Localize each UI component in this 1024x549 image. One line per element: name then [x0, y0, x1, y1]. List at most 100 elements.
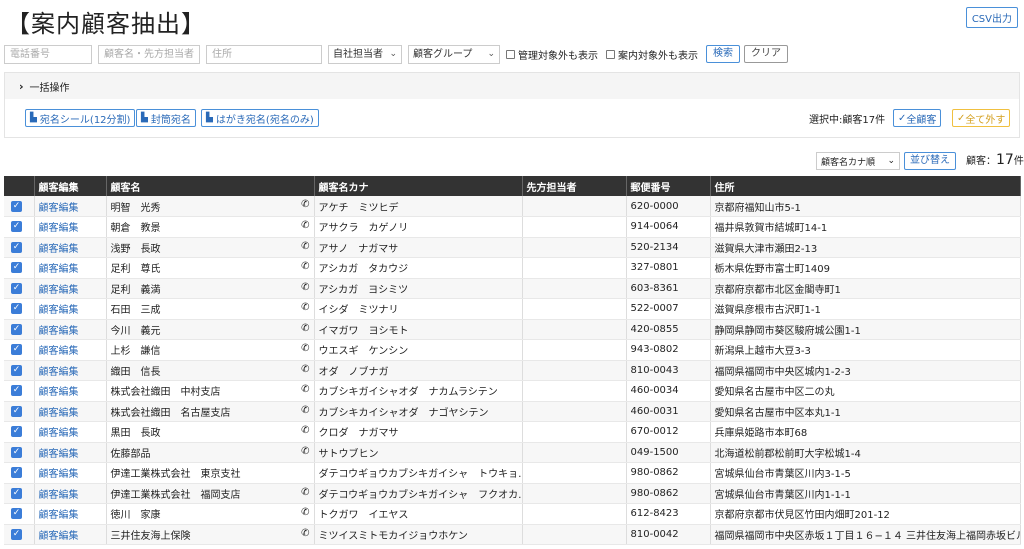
phone-icon[interactable]: ✆: [301, 487, 309, 498]
header-address[interactable]: 住所: [710, 176, 1021, 196]
edit-customer-link[interactable]: 顧客編集: [39, 223, 79, 234]
postcard-button[interactable]: ▙ はがき宛名(宛名のみ): [201, 109, 319, 127]
edit-customer-link[interactable]: 顧客編集: [39, 285, 79, 296]
customer-zip: 612-8423: [630, 508, 679, 520]
select-all-label: 全顧客: [906, 114, 937, 126]
edit-customer-link[interactable]: 顧客編集: [39, 449, 79, 460]
row-checkbox[interactable]: ✓: [11, 528, 22, 540]
customer-name: 明智 光秀: [110, 202, 161, 214]
address-cell: 京都府京都市伏見区竹田内畑町201-12: [710, 503, 1021, 525]
edit-customer-link[interactable]: 顧客編集: [39, 367, 79, 378]
deselect-all-button[interactable]: ✓ 全て外す: [952, 109, 1011, 127]
kana-cell: カブシキガイシャオダ ナカムラシテン: [314, 380, 523, 402]
edit-customer-link[interactable]: 顧客編集: [39, 490, 79, 501]
row-checkbox[interactable]: ✓: [11, 405, 22, 417]
row-checkbox[interactable]: ✓: [11, 241, 22, 253]
name-cell: 佐藤部品 ✆: [106, 442, 315, 463]
header-contact[interactable]: 先方担当者: [522, 176, 627, 196]
edit-customer-link[interactable]: 顧客編集: [39, 346, 79, 357]
zip-cell: 327-0801: [626, 257, 711, 279]
envelope-button[interactable]: ▙ 封筒宛名: [136, 109, 196, 127]
kana-cell: サトウブヒン: [314, 442, 523, 463]
phone-icon[interactable]: ✆: [301, 241, 309, 252]
edit-customer-link[interactable]: 顧客編集: [39, 305, 79, 316]
csv-export-button[interactable]: CSV出力: [965, 7, 1018, 28]
contact-cell: [522, 298, 627, 320]
sort-button[interactable]: 並び替え: [904, 152, 956, 170]
edit-customer-link[interactable]: 顧客編集: [39, 510, 79, 521]
row-checkbox[interactable]: ✓: [11, 323, 22, 335]
row-checkbox[interactable]: ✓: [11, 508, 22, 520]
row-checkbox[interactable]: ✓: [11, 303, 22, 315]
edit-customer-link[interactable]: 顧客編集: [39, 531, 79, 542]
phone-icon[interactable]: ✆: [301, 405, 309, 416]
row-checkbox[interactable]: ✓: [11, 467, 22, 479]
zip-cell: 420-0855: [626, 319, 711, 340]
edit-cell: 顧客編集: [34, 216, 107, 238]
row-checkbox[interactable]: ✓: [11, 282, 22, 294]
select-all-button[interactable]: ✓ 全顧客: [893, 109, 942, 127]
zip-cell: 460-0031: [626, 401, 711, 422]
edit-customer-link[interactable]: 顧客編集: [39, 244, 79, 255]
row-checkbox[interactable]: ✓: [11, 344, 22, 356]
header-zip[interactable]: 郵便番号: [626, 176, 711, 196]
show-unmanaged-checkbox[interactable]: 管理対象外も表示: [506, 47, 598, 62]
phone-icon[interactable]: ✆: [301, 528, 309, 539]
kana-cell: アシカガ ヨシミツ: [314, 278, 523, 299]
address-input[interactable]: 住所: [206, 44, 322, 64]
customer-zip: 943-0802: [630, 344, 679, 356]
row-select-cell: ✓: [4, 401, 35, 422]
phone-icon[interactable]: ✆: [301, 261, 309, 272]
phone-icon[interactable]: ✆: [301, 220, 309, 231]
header-kana[interactable]: 顧客名カナ: [314, 176, 523, 196]
phone-icon[interactable]: ✆: [301, 364, 309, 375]
sort-select[interactable]: 顧客名カナ順 ⌄: [816, 152, 900, 170]
phone-icon[interactable]: ✆: [301, 425, 309, 436]
kana-cell: イマガワ ヨシモト: [314, 319, 523, 340]
phone-icon[interactable]: ✆: [301, 507, 309, 518]
row-checkbox[interactable]: ✓: [11, 446, 22, 458]
edit-customer-link[interactable]: 顧客編集: [39, 387, 79, 398]
phone-icon[interactable]: ✆: [301, 282, 309, 293]
search-button[interactable]: 検索: [706, 45, 740, 63]
phone-icon[interactable]: ✆: [301, 323, 309, 334]
row-checkbox[interactable]: ✓: [11, 364, 22, 376]
edit-cell: 顧客編集: [34, 339, 107, 361]
edit-customer-link[interactable]: 顧客編集: [39, 469, 79, 480]
phone-icon[interactable]: ✆: [301, 446, 309, 457]
row-checkbox[interactable]: ✓: [11, 487, 22, 499]
phone-input[interactable]: 電話番号: [4, 44, 92, 64]
bulk-operations-toggle[interactable]: › 一括操作: [5, 73, 1019, 99]
customer-name: 浅野 長政: [110, 243, 161, 255]
customer-name-input[interactable]: 顧客名・先方担当者: [98, 44, 200, 64]
row-checkbox[interactable]: ✓: [11, 426, 22, 438]
bulk-operations-label: 一括操作: [29, 82, 70, 94]
edit-customer-link[interactable]: 顧客編集: [39, 264, 79, 275]
customer-zip: 327-0801: [630, 262, 679, 274]
edit-customer-link[interactable]: 顧客編集: [39, 203, 79, 214]
show-non-guide-checkbox[interactable]: 案内対象外も表示: [606, 47, 698, 62]
row-checkbox[interactable]: ✓: [11, 200, 22, 212]
row-checkbox[interactable]: ✓: [11, 385, 22, 397]
label-seal-button[interactable]: ▙ 宛名シール(12分割): [25, 109, 136, 127]
row-select-cell: ✓: [4, 442, 35, 463]
phone-icon[interactable]: ✆: [301, 199, 309, 210]
group-select[interactable]: 顧客グループ ⌄: [408, 44, 500, 64]
clear-button[interactable]: クリア: [744, 45, 788, 63]
phone-icon[interactable]: ✆: [301, 343, 309, 354]
edit-customer-link[interactable]: 顧客編集: [39, 428, 79, 439]
table-row: ✓ 顧客編集 足利 尊氏 ✆ アシカガ タカウジ 327-0801 栃木県佐野市富士町140…: [4, 257, 1021, 279]
row-checkbox[interactable]: ✓: [11, 262, 22, 274]
customer-address: 宮城県仙台市青葉区川内1-1-1: [714, 489, 851, 501]
zip-cell: 914-0064: [626, 216, 711, 238]
header-name[interactable]: 顧客名: [106, 176, 315, 196]
edit-customer-link[interactable]: 顧客編集: [39, 408, 79, 419]
phone-icon[interactable]: ✆: [301, 384, 309, 395]
row-checkbox[interactable]: ✓: [11, 221, 22, 233]
customer-address: 静岡県静岡市葵区駿府城公園1-1: [714, 325, 861, 337]
staff-select[interactable]: 自社担当者 ⌄: [328, 44, 402, 64]
edit-customer-link[interactable]: 顧客編集: [39, 326, 79, 337]
header-edit[interactable]: 顧客編集: [34, 176, 107, 196]
phone-icon[interactable]: ✆: [301, 302, 309, 313]
count-prefix: 顧客：: [966, 156, 996, 167]
